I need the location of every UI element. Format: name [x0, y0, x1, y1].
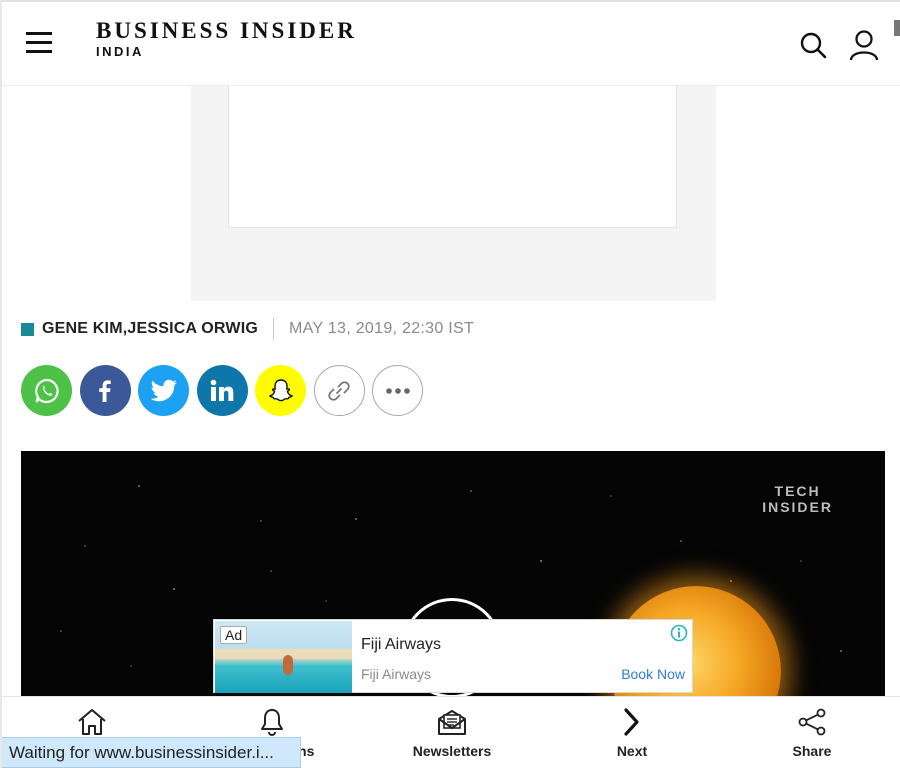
- newsletter-icon: [438, 710, 466, 735]
- nav-next-label: Next: [616, 743, 648, 759]
- copy-link-button[interactable]: [313, 365, 365, 416]
- facebook-icon: [99, 379, 111, 402]
- ad-placeholder: [191, 86, 716, 301]
- whatsapp-icon: [34, 378, 59, 403]
- logo-edition: INDIA: [96, 44, 144, 59]
- bell-icon: [261, 709, 283, 737]
- byline-divider: [273, 318, 274, 340]
- byline-accent-square: [21, 322, 34, 336]
- link-icon: [328, 380, 350, 401]
- share-icon: [798, 708, 826, 736]
- ad-label: Ad: [220, 626, 248, 644]
- site-logo[interactable]: BUSINESS INSIDER INDIA: [96, 18, 357, 59]
- snapchat-share-button[interactable]: [255, 365, 306, 416]
- more-icon: [385, 387, 410, 394]
- logo-title: BUSINESS INSIDER: [96, 18, 357, 43]
- more-share-options-button[interactable]: [372, 365, 423, 416]
- tech-insider-watermark: TECH INSIDER: [762, 483, 833, 515]
- snapchat-icon: [268, 378, 293, 401]
- home-icon: [78, 709, 106, 735]
- nav-newsletters[interactable]: Newsletters: [362, 697, 542, 768]
- article-authors[interactable]: GENE KIM,JESSICA ORWIG: [42, 320, 258, 338]
- article-byline: GENE KIM,JESSICA ORWIG MAY 13, 2019, 22:…: [21, 318, 474, 340]
- whatsapp-share-button[interactable]: [21, 365, 72, 416]
- nav-next[interactable]: Next: [542, 697, 722, 768]
- ad-sponsor: Fiji Airways: [361, 666, 432, 682]
- twitter-share-button[interactable]: [138, 365, 189, 416]
- nav-share-label: Share: [792, 743, 832, 759]
- facebook-share-button[interactable]: [79, 365, 131, 416]
- share-buttons: [21, 365, 431, 416]
- browser-status-bar: Waiting for www.businessinsider.i...: [2, 737, 301, 768]
- twitter-icon: [150, 379, 177, 401]
- article-date: MAY 13, 2019, 22:30 IST: [289, 320, 475, 337]
- search-icon[interactable]: [798, 28, 830, 62]
- ad-book-now-link[interactable]: Book Now: [621, 666, 685, 682]
- site-header: BUSINESS INSIDER INDIA: [2, 0, 900, 86]
- sponsored-ad-banner[interactable]: Ad Fiji Airways Fiji Airways Book Now: [213, 619, 693, 693]
- scrollbar-thumb[interactable]: [894, 20, 900, 36]
- ad-title[interactable]: Fiji Airways: [361, 636, 441, 654]
- nav-newsletters-label: Newsletters: [412, 743, 492, 759]
- ad-info-icon[interactable]: [670, 624, 688, 642]
- ad-placeholder-inner: [228, 86, 677, 228]
- linkedin-icon: [210, 379, 234, 401]
- user-icon[interactable]: [848, 28, 880, 62]
- watermark-line1: TECH: [774, 483, 821, 499]
- watermark-line2: INSIDER: [762, 499, 833, 515]
- nav-share[interactable]: Share: [722, 697, 900, 768]
- hamburger-menu-icon[interactable]: [26, 32, 52, 54]
- chevron-right-icon: [624, 708, 639, 736]
- page: BUSINESS INSIDER INDIA GENE KIM,JESSICA …: [0, 0, 900, 768]
- linkedin-share-button[interactable]: [196, 365, 248, 416]
